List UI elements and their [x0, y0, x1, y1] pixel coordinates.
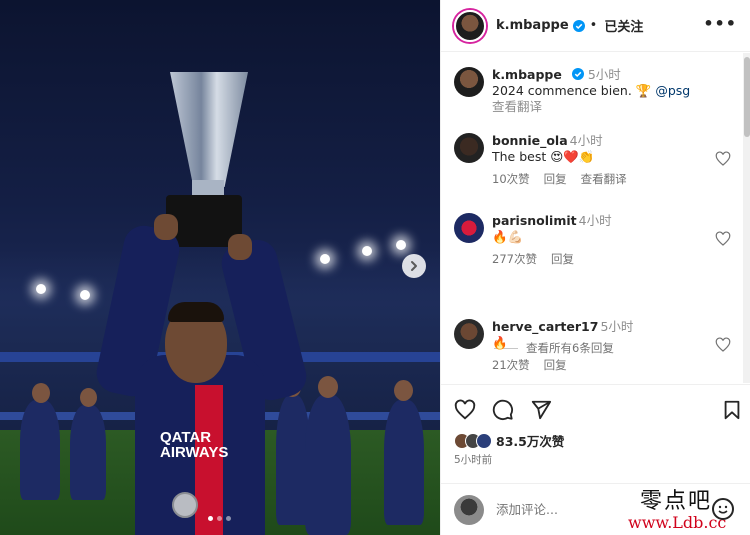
scrollbar-thumb[interactable]: [744, 57, 750, 137]
teammate: [70, 405, 106, 500]
comment-body: parisnolimit 4小时 🔥💪🏻 277次赞 回复: [492, 213, 702, 267]
teammate-head: [318, 376, 338, 398]
comment-likes[interactable]: 21次赞: [492, 357, 530, 373]
following-button[interactable]: 已关注: [604, 16, 643, 35]
verified-badge-icon: [572, 19, 585, 32]
separator-dot: •: [589, 18, 598, 33]
post-sidebar: k.mbappe • 已关注 ••• k.mbappe 5小时 2024 com…: [440, 0, 750, 535]
like-count[interactable]: 83.5万次赞: [496, 431, 564, 450]
like-icon[interactable]: [454, 399, 476, 421]
watermark-url: www.Ldb.cc: [628, 513, 727, 532]
reply-button[interactable]: 回复: [551, 251, 574, 267]
reply-button[interactable]: 回复: [544, 171, 567, 187]
comment-body: bonnie_ola 4小时 The best 😍❤️👏 10次赞 回复 查看翻译: [492, 133, 702, 187]
comment-meta: 10次赞 回复 查看翻译: [492, 171, 702, 187]
comments-scrollbar[interactable]: [743, 53, 750, 383]
post-header: k.mbappe • 已关注 •••: [441, 0, 750, 52]
trophy: [170, 72, 248, 187]
comment-likes[interactable]: 10次赞: [492, 171, 530, 187]
caption-body: k.mbappe 5小时 2024 commence bien. 🏆 @psg …: [492, 67, 702, 115]
like-comment-icon[interactable]: [715, 337, 731, 353]
add-comment-input[interactable]: [496, 502, 616, 517]
caption-text: 2024 commence bien. 🏆: [492, 83, 656, 98]
comment-icon[interactable]: [492, 399, 514, 421]
comment-row: bonnie_ola 4小时 The best 😍❤️👏 10次赞 回复 查看翻译: [454, 133, 702, 187]
comment-time: 4小时: [569, 133, 603, 148]
like-comment-icon[interactable]: [715, 231, 731, 247]
comments-list[interactable]: k.mbappe 5小时 2024 commence bien. 🏆 @psg …: [441, 53, 743, 383]
post-timestamp[interactable]: 5小时前: [454, 452, 492, 467]
stadium-light: [396, 240, 406, 250]
current-user-avatar: [454, 494, 484, 525]
see-translation-link[interactable]: 查看翻译: [492, 99, 702, 115]
likes-summary[interactable]: 83.5万次赞: [454, 431, 564, 450]
author-avatar[interactable]: [454, 9, 486, 42]
comment-time: 5小时: [600, 319, 634, 334]
like-comment-icon[interactable]: [715, 151, 731, 167]
stadium-light: [362, 246, 372, 256]
share-icon[interactable]: [530, 399, 552, 421]
commenter-avatar[interactable]: [454, 133, 484, 163]
caption-time: 5小时: [587, 67, 621, 82]
comment-body: herve_carter17 5小时 🔥 21次赞 回复: [492, 319, 702, 373]
teammate-head: [32, 383, 50, 403]
teammate-head: [80, 388, 97, 407]
comment-time: 4小时: [578, 213, 612, 228]
next-slide-button[interactable]: [402, 254, 426, 278]
medal: [172, 492, 198, 518]
stadium-light: [80, 290, 90, 300]
more-options-icon[interactable]: •••: [703, 14, 737, 33]
teammate: [305, 395, 351, 535]
carousel-dot: [217, 516, 222, 521]
mention-link[interactable]: @psg: [655, 83, 690, 98]
carousel-dot: [226, 516, 231, 521]
jersey-sponsor: QATAR AIRWAYS: [160, 429, 229, 461]
teammate-head: [394, 380, 413, 401]
reply-button[interactable]: 回复: [544, 357, 567, 373]
verified-badge-icon: [571, 68, 584, 80]
commenter-avatar[interactable]: [454, 319, 484, 349]
carousel-dots: [208, 516, 231, 521]
bookmark-icon[interactable]: [721, 399, 743, 421]
commenter-avatar[interactable]: [454, 213, 484, 243]
emoji-picker-icon[interactable]: [712, 498, 734, 520]
stadium-light: [320, 254, 330, 264]
player-hand: [228, 234, 252, 260]
stadium-light: [36, 284, 46, 294]
comment-meta: 277次赞 回复: [492, 251, 702, 267]
author-avatar[interactable]: [454, 67, 484, 97]
comment-username[interactable]: parisnolimit: [492, 213, 577, 228]
player-hand: [154, 214, 178, 240]
comment-row: parisnolimit 4小时 🔥💪🏻 277次赞 回复: [454, 213, 702, 267]
comment-meta: 21次赞 回复: [492, 357, 702, 373]
see-translation-link[interactable]: 查看翻译: [581, 171, 627, 187]
teammate: [384, 400, 424, 525]
caption-username[interactable]: k.mbappe: [492, 67, 562, 82]
comment-row: herve_carter17 5小时 🔥 21次赞 回复: [454, 319, 702, 373]
post-actions: 83.5万次赞 5小时前: [441, 384, 750, 467]
carousel-dot: [208, 516, 213, 521]
author-username[interactable]: k.mbappe: [496, 18, 569, 33]
comment-username[interactable]: bonnie_ola: [492, 133, 568, 148]
watermark-text: 零点吧: [640, 489, 713, 514]
smiley-icon: [718, 505, 728, 514]
caption-row: k.mbappe 5小时 2024 commence bien. 🏆 @psg …: [454, 67, 702, 115]
liker-avatar: [476, 432, 492, 449]
comment-text: 🔥💪🏻: [492, 229, 524, 244]
teammate: [20, 400, 60, 500]
comment-text: 🔥: [492, 335, 508, 350]
post-image[interactable]: QATAR AIRWAYS: [0, 0, 440, 535]
comment-username[interactable]: herve_carter17: [492, 319, 598, 334]
comment-likes[interactable]: 277次赞: [492, 251, 537, 267]
comment-text: The best 😍❤️👏: [492, 149, 595, 164]
chevron-right-icon: [411, 261, 417, 271]
player-hair: [168, 302, 224, 322]
